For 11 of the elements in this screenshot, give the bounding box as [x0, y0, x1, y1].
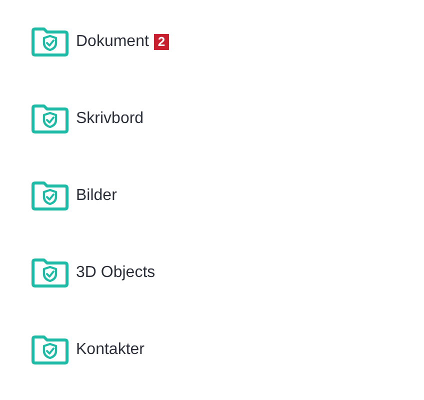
folder-name[interactable]: Kontakter — [76, 341, 144, 359]
folder-name[interactable]: Dokument — [76, 33, 149, 51]
shield-folder-icon — [30, 335, 70, 365]
count-badge: 2 — [154, 34, 170, 50]
shield-folder-icon — [30, 27, 70, 57]
shield-folder-icon — [30, 181, 70, 211]
folder-name[interactable]: Bilder — [76, 187, 117, 205]
folder-name[interactable]: 3D Objects — [76, 264, 156, 282]
shield-folder-icon — [30, 258, 70, 288]
folder-name[interactable]: Skrivbord — [76, 110, 144, 128]
shield-folder-icon — [30, 104, 70, 134]
